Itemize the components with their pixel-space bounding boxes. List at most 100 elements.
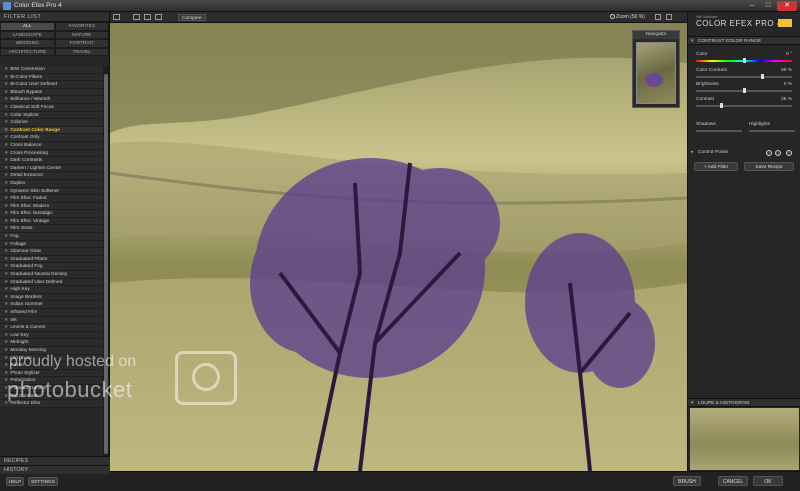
category-tab-all[interactable]: ALL <box>0 22 55 31</box>
loupe-collapse-arrow-icon[interactable]: ▾ <box>691 399 693 408</box>
filter-item[interactable]: ★ Classical Soft Focus <box>0 103 103 112</box>
highlights-track[interactable] <box>749 130 795 132</box>
filter-item[interactable]: ★ Color Stylizer <box>0 111 103 120</box>
favorite-star-icon[interactable]: ★ <box>4 151 8 156</box>
history-section[interactable]: HISTORY <box>0 465 110 474</box>
favorite-star-icon[interactable]: ★ <box>4 272 8 277</box>
filter-item[interactable]: ★ Cross Balance <box>0 141 103 150</box>
favorite-star-icon[interactable]: ★ <box>4 219 8 224</box>
favorite-star-icon[interactable]: ★ <box>4 234 8 239</box>
filter-item[interactable]: ★ Bi-Color User Defined <box>0 81 103 89</box>
filter-item[interactable]: ★ Graduated Fog <box>0 263 103 272</box>
remove-control-point-icon[interactable] <box>775 150 781 156</box>
recipes-section[interactable]: RECIPES <box>0 456 110 465</box>
filter-item[interactable]: ★ Graduated Neutral Density <box>0 271 103 279</box>
favorite-star-icon[interactable]: ★ <box>4 310 8 315</box>
hide-panel-icon[interactable] <box>113 14 120 20</box>
cancel-button[interactable]: CANCEL <box>718 476 748 486</box>
filter-item[interactable]: ★ Foliage <box>0 240 103 249</box>
category-tab-landscape[interactable]: LANDSCAPE <box>0 30 55 39</box>
filter-item[interactable]: ★ Film Efex: Faded <box>0 195 103 203</box>
filter-item[interactable]: ★ Contrast Only <box>0 134 103 142</box>
category-tab-wedding[interactable]: WEDDING <box>0 39 55 48</box>
favorite-star-icon[interactable]: ★ <box>4 173 8 178</box>
slider-color[interactable]: Color 0 ° <box>696 52 794 66</box>
favorite-star-icon[interactable]: ★ <box>4 158 8 163</box>
compare-button[interactable]: Compare <box>178 14 206 21</box>
filter-item[interactable]: ★ Darken / Lighten Center <box>0 164 103 173</box>
filter-section-header[interactable]: ▾ CONTRAST COLOR RANGE <box>688 36 800 45</box>
filter-item[interactable]: ★ Bleach Bypass <box>0 88 103 97</box>
slider-knob[interactable] <box>719 103 723 108</box>
filter-list-header[interactable]: FILTER LIST <box>0 12 109 22</box>
settings-button[interactable]: SETTINGS <box>28 477 58 486</box>
filter-item[interactable]: ★ Dark Contrasts <box>0 157 103 165</box>
category-tab-portrait[interactable]: PORTRAIT <box>54 39 109 48</box>
filter-item[interactable]: ★ Colorize <box>0 119 103 127</box>
ok-button[interactable]: OK <box>753 476 783 486</box>
favorite-star-icon[interactable]: ★ <box>4 280 8 285</box>
loupe-toggle-icon[interactable] <box>666 14 672 20</box>
favorite-star-icon[interactable]: ★ <box>4 211 8 216</box>
favorite-star-icon[interactable]: ★ <box>4 90 8 95</box>
filter-item[interactable]: ★ Film Efex: Nostalgic <box>0 210 103 218</box>
filter-item[interactable]: ★ Graduated User Defined <box>0 278 103 287</box>
filter-item[interactable]: ★ Glamour Glow <box>0 248 103 256</box>
favorite-star-icon[interactable]: ★ <box>4 75 8 80</box>
expand-arrow-icon[interactable]: ▸ <box>691 148 693 158</box>
filter-item[interactable]: ★ Film Grain <box>0 225 103 234</box>
filter-item[interactable]: ★ Contrast Color Range <box>0 126 103 135</box>
filter-item[interactable]: ★ Bi-Color Filters <box>0 73 103 82</box>
single-view-icon[interactable] <box>133 14 140 20</box>
slider-contrast[interactable]: Contrast 25 % <box>696 97 794 111</box>
favorite-star-icon[interactable]: ★ <box>4 189 8 194</box>
control-point-mode-icon[interactable] <box>786 150 792 156</box>
filter-item[interactable]: ★ Fog <box>0 233 103 241</box>
category-tab-travel[interactable]: TRAVEL <box>54 47 109 56</box>
filter-item[interactable]: ★ Detail Extractor <box>0 172 103 180</box>
filter-item[interactable]: ★ Duplex <box>0 179 103 188</box>
favorite-star-icon[interactable]: ★ <box>4 82 8 87</box>
filter-item[interactable]: ★ Brilliance / Warmth <box>0 96 103 104</box>
filter-item[interactable]: ★ Film Efex: Modern <box>0 202 103 211</box>
favorite-star-icon[interactable]: ★ <box>4 97 8 102</box>
category-tab-nature[interactable]: NATURE <box>54 30 109 39</box>
add-filter-button[interactable]: + Add Filter <box>694 162 738 171</box>
slider-brightness[interactable]: Brightness 0 % <box>696 82 794 96</box>
background-icon[interactable] <box>655 14 661 20</box>
favorite-star-icon[interactable]: ★ <box>4 264 8 269</box>
collapse-arrow-icon[interactable]: ▾ <box>691 37 693 46</box>
category-tab-favorites[interactable]: FAVORITES <box>54 22 109 31</box>
side-by-side-icon[interactable] <box>155 14 162 20</box>
favorite-star-icon[interactable]: ★ <box>4 333 8 338</box>
favorite-star-icon[interactable]: ★ <box>4 105 8 110</box>
favorite-star-icon[interactable]: ★ <box>4 242 8 247</box>
slider-knob[interactable] <box>760 74 764 79</box>
favorite-star-icon[interactable]: ★ <box>4 135 8 140</box>
favorite-star-icon[interactable]: ★ <box>4 181 8 186</box>
control-points-row[interactable]: ▸ Control Points <box>688 148 800 158</box>
slider-color-contrast[interactable]: Color Contrast 69 % <box>696 68 794 82</box>
favorite-star-icon[interactable]: ★ <box>4 67 8 72</box>
shadows-track[interactable] <box>696 130 742 132</box>
slider-track[interactable] <box>696 105 792 107</box>
favorite-star-icon[interactable]: ★ <box>4 166 8 171</box>
favorite-star-icon[interactable]: ★ <box>4 143 8 148</box>
save-recipe-button[interactable]: Save Recipe <box>744 162 794 171</box>
minimize-button[interactable]: – <box>745 1 759 11</box>
category-tab-architecture[interactable]: ARCHITECTURE <box>0 47 55 56</box>
filter-item[interactable]: ★ Graduated Filters <box>0 255 103 264</box>
favorite-star-icon[interactable]: ★ <box>4 287 8 292</box>
filter-item[interactable]: ★ Infrared Film <box>0 309 103 317</box>
zoom-level[interactable]: Zoom (50 %) <box>616 14 645 20</box>
maximize-button[interactable]: □ <box>761 1 775 11</box>
slider-knob[interactable] <box>743 88 746 93</box>
favorite-star-icon[interactable]: ★ <box>4 120 8 125</box>
favorite-star-icon[interactable]: ★ <box>4 257 8 262</box>
favorite-star-icon[interactable]: ★ <box>4 325 8 330</box>
split-view-icon[interactable] <box>144 14 151 20</box>
shadows-slider[interactable] <box>696 122 742 136</box>
filter-item[interactable]: ★ High Key <box>0 286 103 294</box>
favorite-star-icon[interactable]: ★ <box>4 196 8 201</box>
filter-item[interactable]: ★ Indian Summer <box>0 301 103 309</box>
